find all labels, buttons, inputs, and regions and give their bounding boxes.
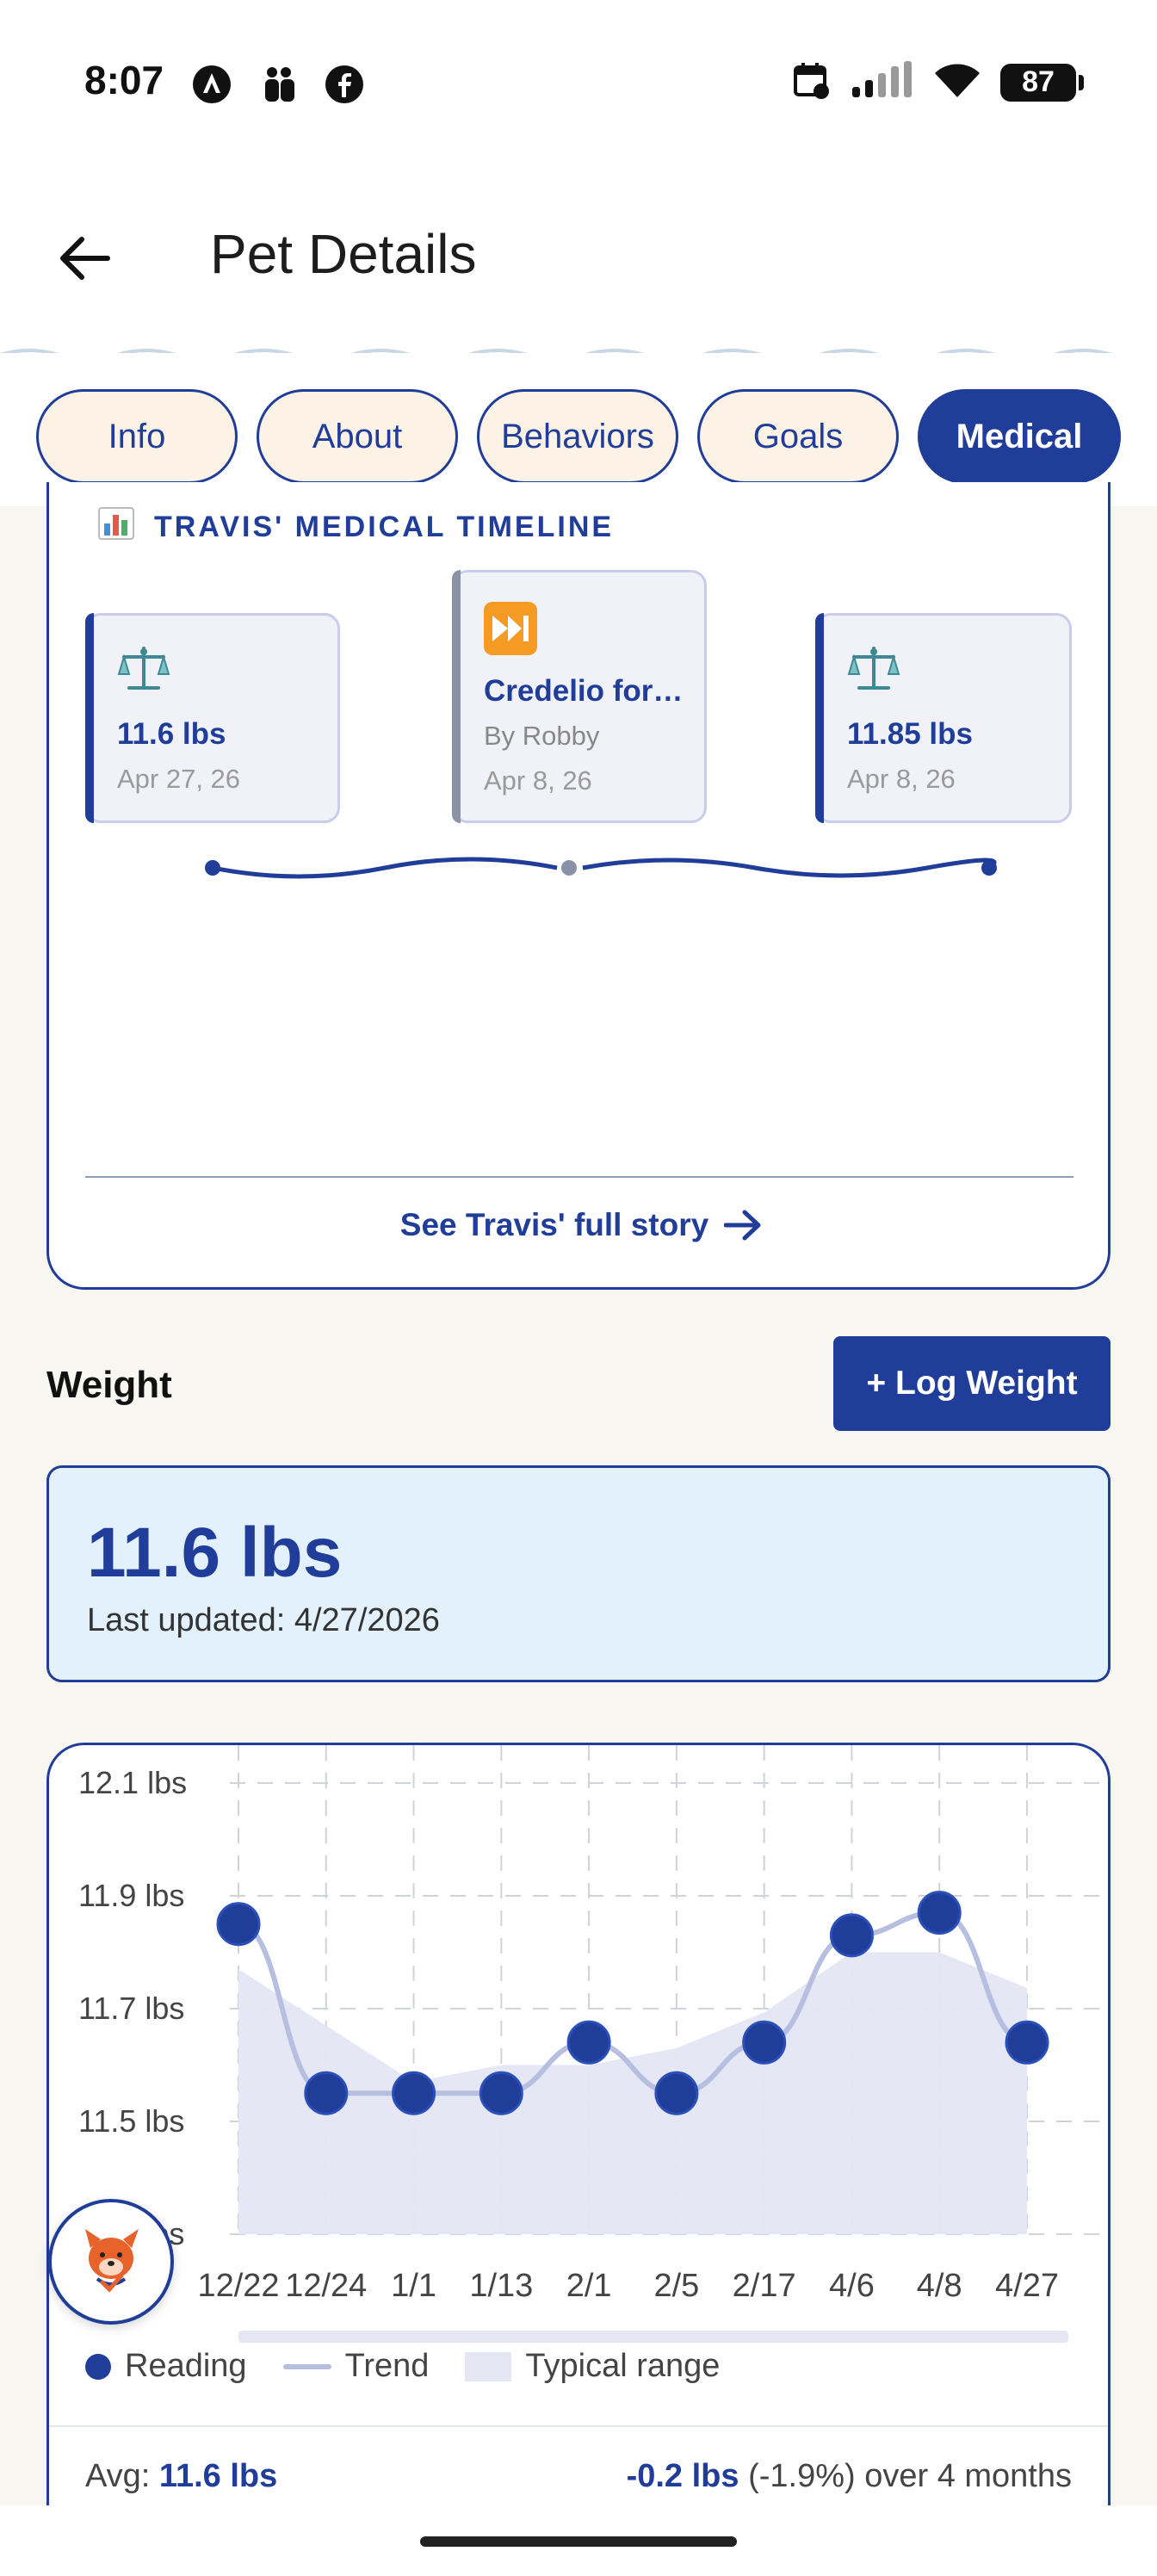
wifi-icon (933, 61, 981, 103)
y-tick-label: 11.5 lbs (78, 2103, 184, 2139)
x-tick-label: 4/27 (995, 2268, 1059, 2304)
x-tick-label: 12/22 (197, 2268, 279, 2304)
weight-chart: 12.1 lbs11.9 lbs11.7 lbs11.5 lbs11.3 lbs… (78, 1745, 1108, 2343)
battery-indicator: 87 (1000, 63, 1084, 102)
tab-info[interactable]: Info (36, 389, 238, 484)
see-full-story-link[interactable]: See Travis' full story (49, 1207, 1113, 1243)
home-indicator[interactable] (420, 2536, 737, 2547)
legend-range-marker (465, 2351, 512, 2381)
scale-icon (847, 645, 900, 697)
status-bar: 8:07 87 (0, 0, 1157, 155)
weight-change: -0.2 lbs (-1.9%) over 4 months (626, 2458, 1072, 2494)
calendar-icon (792, 60, 832, 104)
legend-trend: Trend (282, 2348, 429, 2385)
tab-medical[interactable]: Medical (918, 389, 1121, 484)
chart-scrollbar (238, 2331, 1068, 2343)
chart-divider (49, 2425, 1108, 2427)
reading-point (566, 2020, 611, 2065)
x-tick-label: 4/8 (917, 2268, 962, 2304)
current-weight-card: 11.6 lbs Last updated: 4/27/2026 (46, 1465, 1111, 1682)
current-weight-value: 11.6 lbs (87, 1514, 343, 1592)
weight-section-label: Weight (46, 1364, 172, 1406)
reading-point (742, 2020, 787, 2065)
app-header: Pet Details (0, 155, 1157, 353)
weight-chart-card: 12.1 lbs11.9 lbs11.7 lbs11.5 lbs11.3 lbs… (46, 1743, 1111, 2576)
timeline-heading: TRAVIS' MEDICAL TIMELINE (97, 506, 614, 548)
fast-forward-icon (484, 602, 537, 659)
facebook-icon (324, 64, 365, 105)
log-weight-button[interactable]: + Log Weight (833, 1336, 1111, 1431)
tab-behaviors[interactable]: Behaviors (477, 389, 678, 484)
timeline-heading-text: TRAVIS' MEDICAL TIMELINE (154, 511, 615, 543)
signal-icon (851, 61, 914, 103)
timeline-event-weight[interactable]: 11.85 lbs Apr 8, 26 (815, 613, 1072, 823)
back-button[interactable] (50, 224, 119, 293)
x-tick-label: 2/17 (733, 2268, 796, 2304)
last-updated-text: Last updated: 4/27/2026 (87, 1602, 440, 1638)
scale-icon (117, 645, 170, 697)
event-date: Apr 8, 26 (484, 765, 592, 796)
reading-point (917, 1891, 962, 1935)
event-title: 11.85 lbs (847, 717, 973, 751)
status-right: 87 (792, 60, 1084, 104)
x-tick-label: 2/5 (653, 2268, 699, 2304)
timeline-connector (205, 857, 997, 879)
status-time: 8:07 (84, 58, 164, 102)
reading-point (1005, 2020, 1049, 2065)
timeline-event-medication[interactable]: Credelio for… By Robby Apr 8, 26 (452, 570, 707, 823)
x-tick-label: 12/24 (285, 2268, 367, 2304)
card-divider (85, 1176, 1073, 1178)
reading-point (829, 1913, 874, 1958)
y-tick-label: 11.9 lbs (78, 1878, 184, 1913)
legend-reading: Reading (85, 2348, 247, 2385)
pet-assistant-button[interactable] (48, 2199, 174, 2325)
tab-goals[interactable]: Goals (697, 389, 899, 484)
reading-point (304, 2071, 349, 2115)
reading-point (392, 2071, 436, 2115)
tab-about[interactable]: About (257, 389, 458, 484)
x-tick-label: 4/6 (829, 2268, 875, 2304)
x-tick-label: 1/13 (469, 2268, 533, 2304)
event-title: Credelio for… (484, 674, 684, 708)
legend-reading-marker (85, 2353, 111, 2380)
app-notification-icon (191, 64, 232, 105)
arrow-right-icon (724, 1210, 761, 1241)
arrow-left-icon (60, 237, 110, 280)
y-tick-label: 11.7 lbs (78, 1991, 184, 2026)
event-date: Apr 27, 26 (117, 764, 241, 794)
event-date: Apr 8, 26 (847, 764, 956, 794)
reading-point (216, 1902, 261, 1947)
y-tick-label: 12.1 lbs (78, 1765, 187, 1800)
event-subtitle: By Robby (484, 721, 600, 751)
timeline-event-weight[interactable]: 11.6 lbs Apr 27, 26 (85, 613, 340, 823)
legend-trend-marker (282, 2363, 331, 2369)
dog-logo-icon (85, 2229, 139, 2293)
x-tick-label: 1/1 (391, 2268, 436, 2304)
people-icon (258, 64, 300, 105)
average-weight: Avg: 11.6 lbs (85, 2458, 278, 2494)
x-tick-label: 2/1 (566, 2268, 612, 2304)
reading-point (479, 2071, 523, 2115)
legend-range: Typical range (465, 2348, 720, 2385)
medical-timeline-card: TRAVIS' MEDICAL TIMELINE 11.6 lbs Apr 27… (46, 482, 1111, 1290)
event-title: 11.6 lbs (117, 717, 226, 751)
chart-legend: Reading Trend Typical range (85, 2348, 737, 2385)
page-title: Pet Details (210, 223, 477, 285)
reading-point (654, 2071, 699, 2115)
bar-chart-icon (97, 506, 135, 548)
